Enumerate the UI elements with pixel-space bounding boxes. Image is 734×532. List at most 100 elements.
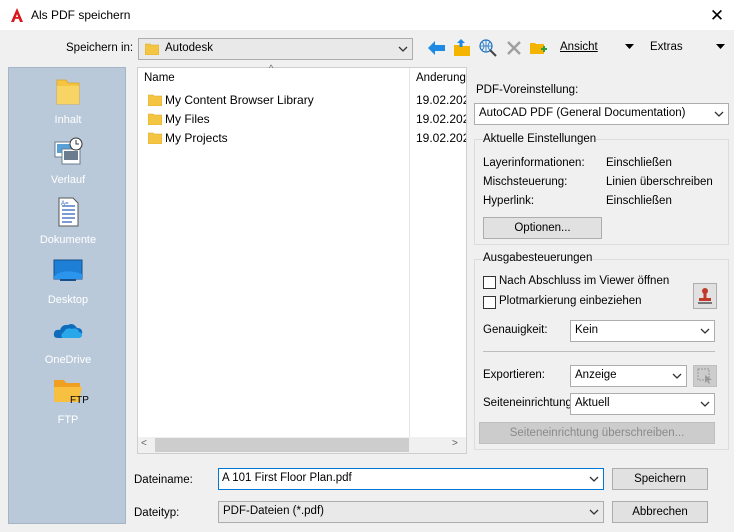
place-ftp[interactable]: FTP FTP [9, 376, 127, 436]
output-controls-title: Ausgabesteuerungen [483, 252, 593, 264]
precision-value: Kein [575, 324, 599, 336]
title-bar: Als PDF speichern ✕ [0, 0, 734, 31]
sort-ascending-icon: ^ [269, 63, 274, 73]
delete-icon [507, 41, 521, 55]
scroll-left-icon[interactable]: < [141, 438, 147, 449]
cancel-button-label: Abbrechen [632, 506, 688, 518]
folder-icon [56, 79, 80, 105]
plot-stamp-checkbox[interactable] [483, 296, 496, 309]
chevron-down-icon [398, 46, 408, 52]
desktop-icon [53, 259, 83, 281]
place-verlauf[interactable]: Verlauf [9, 136, 127, 196]
filename-label: Dateiname: [134, 474, 193, 486]
place-label: Dokumente [39, 234, 97, 246]
page-setup-dropdown[interactable]: Aktuell [570, 393, 715, 415]
savein-dropdown[interactable]: Autodesk [138, 38, 413, 60]
open-in-viewer-label[interactable]: Nach Abschluss im Viewer öffnen [499, 275, 669, 287]
web-search-icon [479, 39, 497, 57]
window-title: Als PDF speichern [31, 8, 131, 22]
column-header-date[interactable]: Änderungsdatum [416, 72, 466, 84]
places-bar: Inhalt Verlauf A= Dokumente Desktop OneD… [8, 67, 126, 524]
setting-key: Layerinformationen: [483, 157, 585, 169]
place-label: OneDrive [44, 354, 92, 366]
place-inhalt[interactable]: Inhalt [9, 76, 127, 136]
folder-icon [148, 94, 162, 106]
file-date: 19.02.2020 [416, 131, 466, 145]
filetype-dropdown[interactable]: PDF-Dateien (*.pdf) [218, 501, 604, 523]
plot-stamp-settings-button[interactable] [693, 283, 717, 309]
window-select-icon [697, 368, 712, 384]
place-label: Desktop [47, 294, 89, 306]
savein-value: Autodesk [165, 42, 213, 54]
setting-value: Linien überschreiben [606, 176, 713, 188]
ansicht-menu[interactable]: Ansicht [560, 41, 598, 53]
list-item[interactable]: My Projects 19.02.2020 [138, 129, 466, 148]
savein-label: Speichern in: [66, 42, 134, 54]
options-button-label: Optionen... [514, 222, 571, 234]
place-desktop[interactable]: Desktop [9, 256, 127, 316]
file-name: My Projects [165, 131, 228, 145]
place-label: Verlauf [50, 174, 86, 186]
list-item[interactable]: My Content Browser Library 19.02.2020 [138, 91, 466, 110]
pdf-preset-dropdown[interactable]: AutoCAD PDF (General Documentation) [474, 103, 729, 125]
setting-key: Mischsteuerung: [483, 176, 568, 188]
override-page-setup-button[interactable]: Seiteneinrichtung überschreiben... [479, 422, 715, 444]
documents-icon: A= [58, 197, 79, 227]
svg-text:A=: A= [61, 201, 69, 207]
options-button[interactable]: Optionen... [483, 217, 602, 239]
web-search-button[interactable] [478, 38, 498, 58]
page-setup-value: Aktuell [575, 397, 610, 409]
page-setup-label: Seiteneinrichtung: [483, 397, 576, 409]
file-date: 19.02.2020 [416, 112, 466, 126]
setting-key: Hyperlink: [483, 195, 535, 207]
pdf-preset-label: PDF-Voreinstellung: [476, 84, 579, 96]
column-header-name[interactable]: Name [144, 72, 175, 84]
precision-label: Genauigkeit: [483, 324, 548, 336]
back-button[interactable] [427, 38, 447, 58]
save-button[interactable]: Speichern [612, 468, 708, 490]
setting-value: Einschließen [606, 157, 672, 169]
export-dropdown[interactable]: Anzeige [570, 365, 687, 387]
chevron-down-icon [714, 111, 724, 117]
export-label: Exportieren: [483, 369, 546, 381]
close-icon: ✕ [709, 5, 725, 25]
place-dokumente[interactable]: A= Dokumente [9, 196, 127, 256]
filetype-value: PDF-Dateien (*.pdf) [223, 505, 324, 517]
file-list[interactable]: ^ Name Änderungsdatum My Content Browser… [137, 63, 467, 454]
chevron-down-icon[interactable] [589, 476, 599, 482]
select-window-button[interactable] [693, 365, 717, 387]
folder-icon [145, 43, 159, 55]
scrollbar-thumb[interactable] [155, 438, 409, 452]
divider [483, 351, 715, 352]
file-date: 19.02.2020 [416, 93, 466, 107]
cancel-button[interactable]: Abbrechen [612, 501, 708, 523]
extras-menu[interactable]: Extras [650, 41, 683, 53]
caret-down-icon[interactable] [716, 44, 725, 50]
open-in-viewer-checkbox[interactable] [483, 276, 496, 289]
history-icon [54, 137, 83, 165]
delete-button[interactable] [504, 38, 524, 58]
caret-down-icon[interactable] [625, 44, 634, 50]
folder-icon [148, 113, 162, 125]
plot-stamp-label[interactable]: Plotmarkierung einbeziehen [499, 295, 642, 307]
autocad-app-icon [11, 8, 23, 22]
onedrive-icon [53, 324, 83, 338]
precision-dropdown[interactable]: Kein [570, 320, 715, 342]
filename-input[interactable]: A 101 First Floor Plan.pdf [218, 468, 604, 490]
up-folder-button[interactable] [452, 38, 472, 58]
horizontal-scrollbar[interactable]: < > [138, 437, 466, 453]
override-page-setup-label: Seiteneinrichtung überschreiben... [509, 427, 685, 439]
scroll-right-icon[interactable]: > [452, 438, 458, 449]
chevron-down-icon [700, 328, 710, 334]
back-arrow-icon [428, 41, 445, 55]
up-folder-icon [454, 39, 470, 56]
new-folder-button[interactable] [528, 38, 548, 58]
close-button[interactable]: ✕ [700, 2, 734, 29]
place-onedrive[interactable]: OneDrive [9, 316, 127, 376]
setting-value: Einschließen [606, 195, 672, 207]
ftp-badge: FTP [70, 395, 89, 406]
list-item[interactable]: My Files 19.02.2020 [138, 110, 466, 129]
export-value: Anzeige [575, 369, 617, 381]
save-button-label: Speichern [634, 473, 686, 485]
place-label: FTP [57, 414, 79, 426]
